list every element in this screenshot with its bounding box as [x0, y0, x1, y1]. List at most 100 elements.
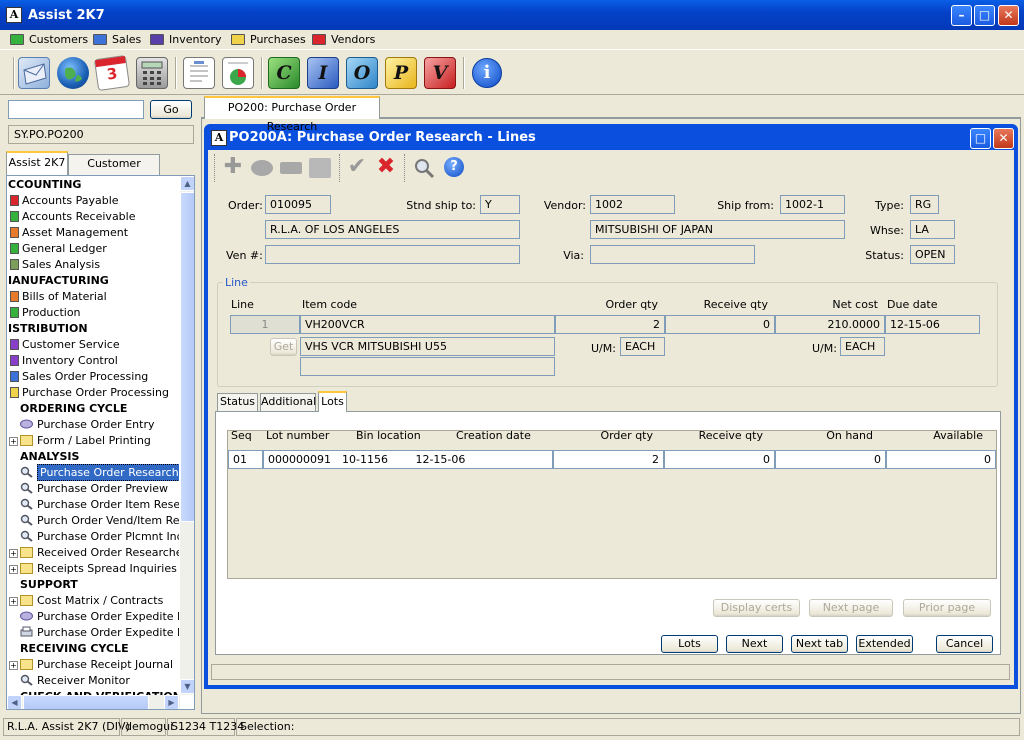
tree-item[interactable]: Purchase Order Plcmnt Inqui [9, 529, 179, 545]
add-icon[interactable]: ✚ [221, 156, 245, 180]
tree-item[interactable]: Sales Analysis [10, 257, 100, 273]
tree-item[interactable]: Purchase Order Item Resear [9, 497, 179, 513]
tree-item[interactable]: + Receipts Spread Inquiries [9, 561, 177, 577]
go-button[interactable]: Go [150, 100, 192, 119]
um-field-1[interactable]: EACH [620, 337, 665, 356]
i-icon[interactable]: I [307, 57, 339, 89]
calendar-icon[interactable]: 3 [93, 54, 131, 92]
accept-check-icon[interactable]: ✔ [345, 155, 369, 179]
document-icon[interactable] [183, 57, 215, 89]
minimize-button[interactable]: – [951, 5, 972, 26]
next-page-button[interactable]: Next page [809, 599, 893, 617]
menu-purchases[interactable]: Purchases [231, 33, 306, 49]
tree-item[interactable]: + Cost Matrix / Contracts [9, 593, 163, 609]
o-icon[interactable]: O [346, 57, 378, 89]
mail-icon[interactable] [18, 57, 50, 89]
menu-inventory[interactable]: Inventory [150, 33, 222, 49]
close-button[interactable]: ✕ [993, 128, 1014, 149]
lots-button[interactable]: Lots [661, 635, 718, 653]
scroll-left-icon[interactable]: ◀ [7, 695, 22, 709]
status-field[interactable]: OPEN [910, 245, 955, 264]
tree-item[interactable]: Accounts Receivable [10, 209, 136, 225]
menu-customers[interactable]: Customers [10, 33, 88, 49]
cancel-x-icon[interactable]: ✖ [374, 155, 398, 179]
tree-item[interactable]: + Purchase Receipt Journal [9, 657, 173, 673]
tree-item[interactable]: Purchase Order Preview [9, 481, 168, 497]
tree-item[interactable]: Purchase Order Entry [9, 417, 154, 433]
close-button[interactable]: ✕ [998, 5, 1019, 26]
type-field[interactable]: RG [910, 195, 939, 214]
vendor-name-field[interactable]: MITSUBISHI OF JAPAN [590, 220, 845, 239]
tree-item[interactable]: Purch Order Vend/Item Rese [9, 513, 179, 529]
print-icon[interactable] [309, 158, 331, 178]
scroll-down-icon[interactable]: ▼ [180, 679, 194, 694]
table-row[interactable]: 01 000000091 10-1156 12-15-06 2 0 0 0 [228, 450, 996, 469]
tree-item[interactable]: Production [10, 305, 81, 321]
search-icon[interactable] [412, 156, 436, 180]
report-chart-icon[interactable] [222, 57, 254, 89]
prior-page-button[interactable]: Prior page [903, 599, 991, 617]
item-code-field[interactable]: VH200VCR [300, 315, 555, 334]
via-field[interactable] [590, 245, 755, 264]
tab-status[interactable]: Status [217, 393, 258, 412]
calculator-icon[interactable] [136, 57, 168, 89]
tree-item[interactable]: Accounts Payable [10, 193, 119, 209]
tree-item[interactable]: Sales Order Processing [10, 369, 148, 385]
p-icon[interactable]: P [385, 57, 417, 89]
expand-icon[interactable]: + [9, 597, 18, 606]
expand-icon[interactable]: + [9, 437, 18, 446]
expand-icon[interactable]: + [9, 565, 18, 574]
tree-item[interactable]: Receiver Monitor [9, 673, 130, 689]
description-2-field[interactable] [300, 357, 555, 376]
delete-line-icon[interactable] [280, 162, 302, 174]
whse-field[interactable]: LA [910, 220, 955, 239]
get-button[interactable]: Get [270, 338, 297, 356]
ven-number-field[interactable] [265, 245, 520, 264]
description-field[interactable]: VHS VCR MITSUBISHI U55 [300, 337, 555, 356]
maximize-button[interactable]: □ [974, 5, 995, 26]
tree-item[interactable]: Purchase Order Expedite Ent [9, 609, 179, 625]
tab-po200[interactable]: PO200: Purchase Order Research [204, 96, 380, 133]
tree-item[interactable]: + Form / Label Printing [9, 433, 151, 449]
order-qty-field[interactable]: 2 [555, 315, 665, 334]
scroll-right-icon[interactable]: ▶ [164, 695, 179, 709]
receive-qty-field[interactable]: 0 [665, 315, 775, 334]
tree-item[interactable]: Inventory Control [10, 353, 118, 369]
next-button[interactable]: Next [726, 635, 783, 653]
next-tab-button[interactable]: Next tab [791, 635, 848, 653]
info-icon[interactable]: i [472, 58, 502, 88]
tree-item[interactable]: Purchase Order Processing [10, 385, 169, 401]
globe-icon[interactable] [57, 57, 89, 89]
menu-sales[interactable]: Sales [93, 33, 141, 49]
um-field-2[interactable]: EACH [840, 337, 885, 356]
customer-name-field[interactable]: R.L.A. OF LOS ANGELES [265, 220, 520, 239]
help-icon[interactable]: ? [444, 157, 464, 177]
menu-vendors[interactable]: Vendors [312, 33, 375, 49]
tab-customer-service[interactable]: Customer Service [68, 154, 160, 187]
tree-horizontal-scrollbar[interactable]: ◀ ▶ [7, 695, 180, 709]
expand-icon[interactable]: + [9, 549, 18, 558]
tree-item[interactable]: General Ledger [10, 241, 107, 257]
expand-icon[interactable]: + [9, 661, 18, 670]
tab-assist-2k7[interactable]: Assist 2K7 [6, 151, 68, 175]
scroll-thumb[interactable] [23, 695, 149, 709]
maximize-button[interactable]: □ [970, 128, 991, 149]
order-field[interactable]: 010095 [265, 195, 331, 214]
due-date-field[interactable]: 12-15-06 [885, 315, 980, 334]
search-input[interactable] [8, 100, 144, 119]
ship-from-field[interactable]: 1002-1 [780, 195, 845, 214]
stnd-ship-to-field[interactable]: Y [480, 195, 520, 214]
tree-item[interactable]: Purchase Order Expedite Re [9, 625, 179, 641]
tree-item[interactable]: Customer Service [10, 337, 120, 353]
extended-button[interactable]: Extended [856, 635, 913, 653]
cancel-button[interactable]: Cancel [936, 635, 993, 653]
tree-vertical-scrollbar[interactable]: ▲ ▼ [180, 176, 194, 695]
erase-icon[interactable] [251, 160, 273, 176]
tree-item[interactable]: Purchase Order Research [9, 464, 179, 481]
display-certs-button[interactable]: Display certs [713, 599, 800, 617]
tree-item[interactable]: Asset Management [10, 225, 128, 241]
tree-item[interactable]: Bills of Material [10, 289, 107, 305]
scroll-thumb[interactable] [180, 192, 194, 522]
scroll-up-icon[interactable]: ▲ [180, 176, 194, 191]
c-icon[interactable]: C [268, 57, 300, 89]
